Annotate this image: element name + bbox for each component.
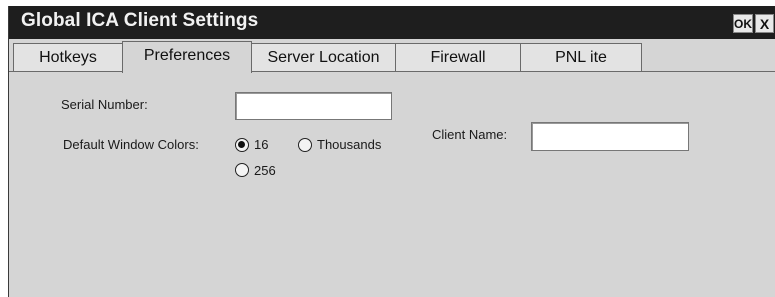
color-16-label: 16 <box>254 137 269 152</box>
tab-firewall[interactable]: Firewall <box>395 43 521 72</box>
window-title: Global ICA Client Settings <box>21 10 259 31</box>
color-thousands-label: Thousands <box>317 137 382 152</box>
tab-preferences[interactable]: Preferences <box>122 41 252 73</box>
color-16-radio[interactable] <box>235 138 249 152</box>
tab-strip: Hotkeys Preferences Server Location Fire… <box>9 39 775 73</box>
serial-number-field[interactable] <box>235 92 392 120</box>
close-button[interactable]: X <box>755 14 774 33</box>
tab-hotkeys[interactable]: Hotkeys <box>13 43 123 72</box>
color-thousands-radio[interactable] <box>298 138 312 152</box>
tab-pnl-ite[interactable]: PNL ite <box>520 43 642 72</box>
client-name-label: Client Name: <box>432 127 508 142</box>
color-256-label: 256 <box>254 163 276 178</box>
settings-window: Global ICA Client Settings OK X Hotkeys … <box>8 6 775 297</box>
tab-server-location[interactable]: Server Location <box>251 43 396 72</box>
client-name-field[interactable] <box>531 122 689 151</box>
serial-number-label: Serial Number: <box>61 97 148 112</box>
ok-button[interactable]: OK <box>733 14 753 33</box>
default-window-colors-label: Default Window Colors: <box>63 137 199 152</box>
title-bar: Global ICA Client Settings OK X <box>9 6 775 39</box>
color-256-radio[interactable] <box>235 163 249 177</box>
